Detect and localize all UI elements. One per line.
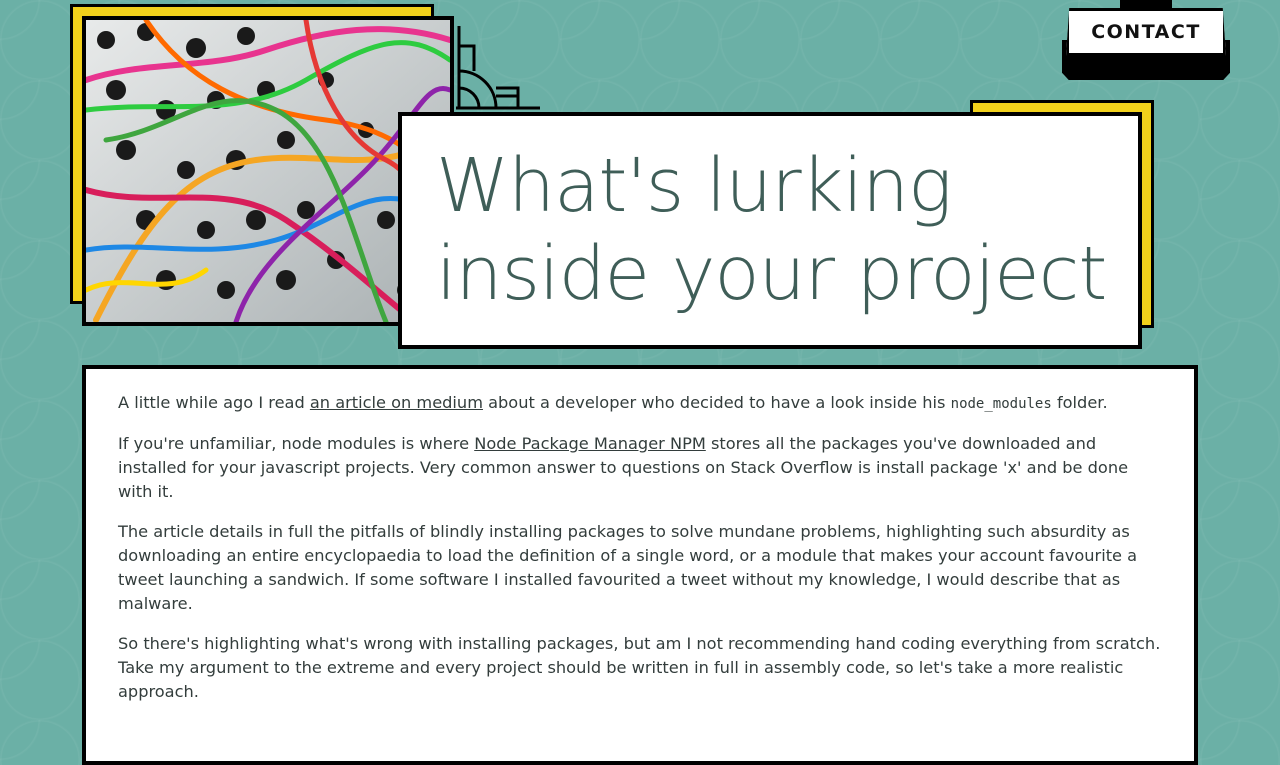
contact-button-group: CONTACT <box>1062 0 1230 82</box>
medium-article-link[interactable]: an article on medium <box>310 393 483 412</box>
decorative-line-art <box>456 26 540 110</box>
npm-link[interactable]: Node Package Manager NPM <box>474 434 706 453</box>
title-card: What's lurking inside your project <box>398 112 1142 349</box>
contact-button[interactable]: CONTACT <box>1066 8 1226 56</box>
article-paragraph-2: If you're unfamiliar, node modules is wh… <box>118 432 1162 504</box>
page-title: What's lurking inside your project <box>436 143 1107 317</box>
article-paragraph-3: The article details in full the pitfalls… <box>118 522 1138 613</box>
text: about a developer who decided to have a … <box>482 393 951 412</box>
text: folder. <box>1051 393 1108 412</box>
text: A little while ago I read <box>118 393 310 412</box>
article-paragraph-1: A little while ago I read an article on … <box>118 391 1162 416</box>
article-body: A little while ago I read an article on … <box>82 365 1198 765</box>
article-paragraph-4: So there's highlighting what's wrong wit… <box>118 634 1161 701</box>
text: If you're unfamiliar, node modules is wh… <box>118 434 475 453</box>
inline-code: node_modules <box>950 396 1052 412</box>
